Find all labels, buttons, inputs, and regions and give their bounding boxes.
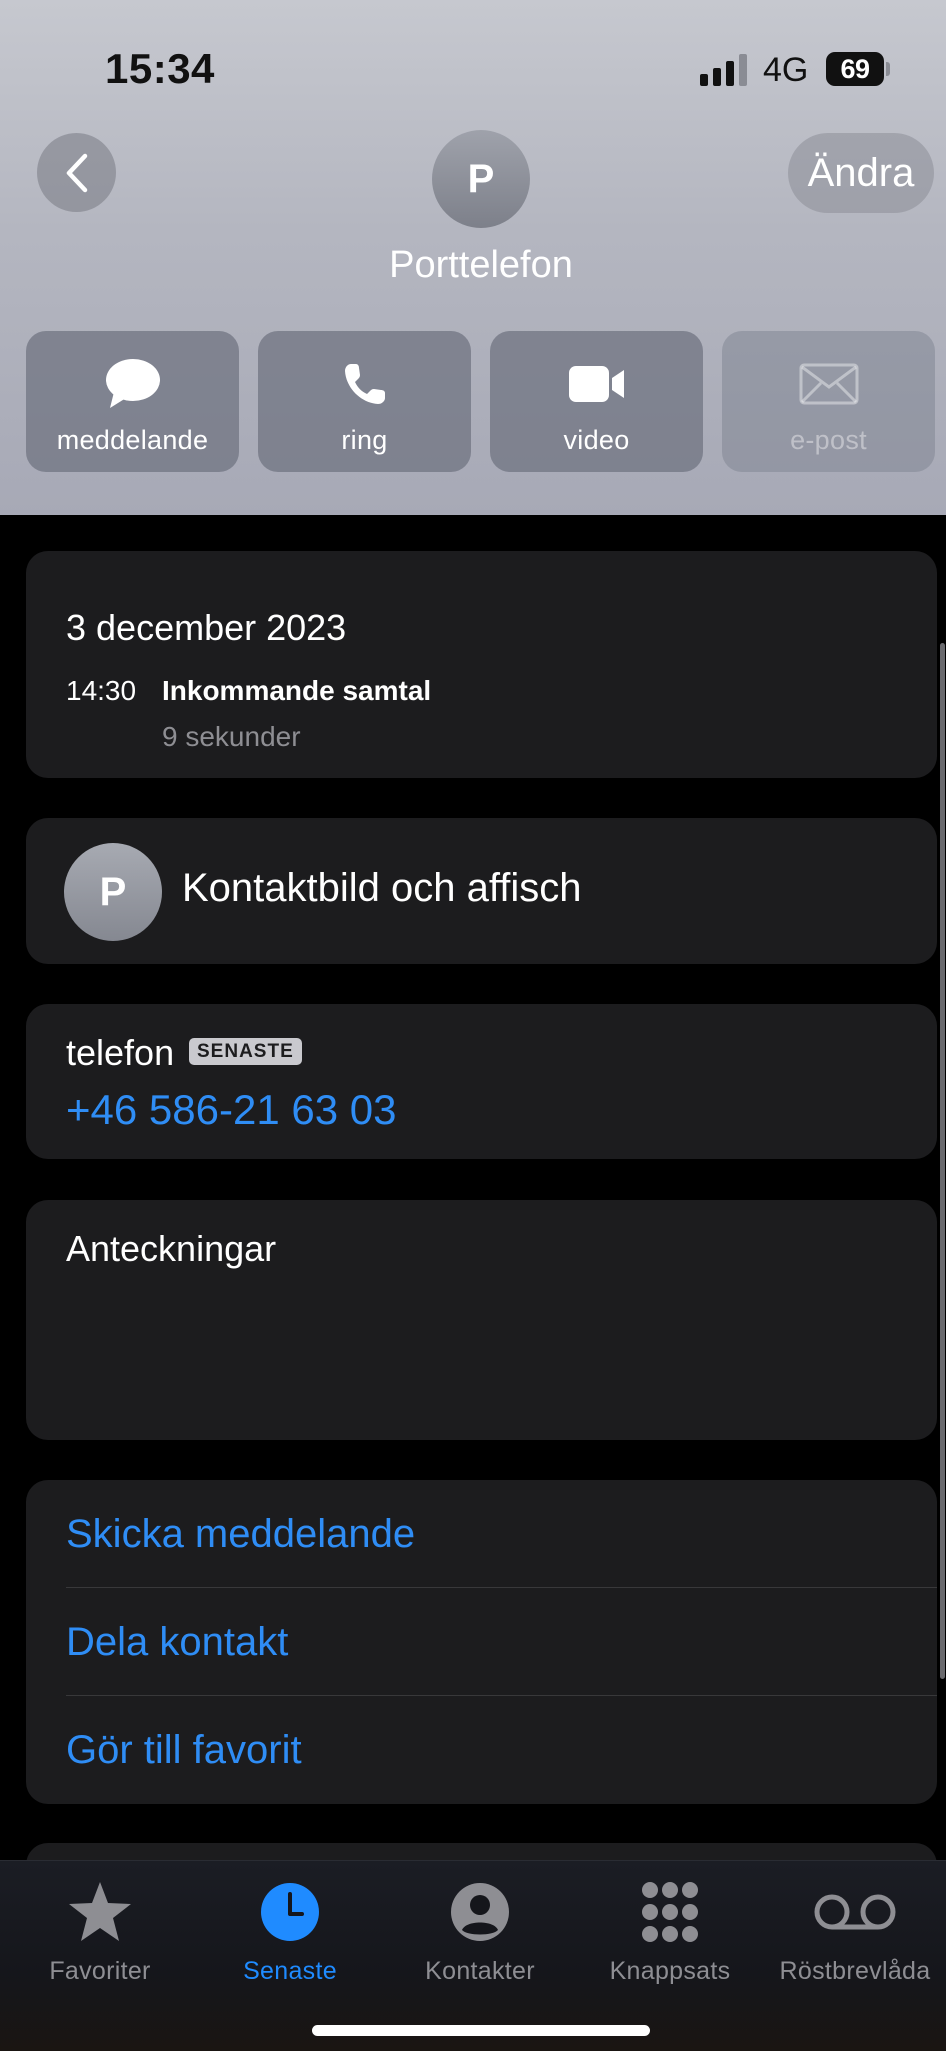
edit-button[interactable]: Ändra: [788, 133, 934, 213]
chevron-left-icon: [66, 153, 87, 192]
contact-actions-list: Skicka meddelande Dela kontakt Gör till …: [26, 1480, 937, 1804]
tab-recents[interactable]: Senaste: [195, 1875, 385, 1995]
call-type: Inkommande samtal: [162, 675, 432, 706]
message-action-button[interactable]: meddelande: [26, 331, 239, 472]
tab-favorites[interactable]: Favoriter: [5, 1875, 195, 1995]
tab-voicemail[interactable]: Röstbrevlåda: [765, 1875, 945, 1995]
video-camera-icon: [568, 366, 624, 402]
envelope-icon: [799, 363, 858, 405]
contact-name: Porttelefon: [389, 244, 573, 286]
clock-icon: [261, 1883, 319, 1941]
call-time: 14:30: [66, 675, 137, 706]
email-action-label: e-post: [790, 425, 867, 455]
contact-photo-label: Kontaktbild och affisch: [182, 866, 582, 910]
send-message-row[interactable]: Skicka meddelande: [66, 1480, 937, 1588]
star-icon: [69, 1882, 131, 1941]
call-date: 3 december 2023: [66, 607, 347, 648]
contact-header: 15:34 4G 69 P Ändra Porttelefon meddelan…: [0, 0, 946, 515]
send-message-link[interactable]: Skicka meddelande: [66, 1512, 415, 1557]
back-button[interactable]: [37, 133, 116, 212]
call-duration: 9 sekunder: [162, 721, 301, 752]
message-action-label: meddelande: [56, 425, 209, 455]
add-favorite-link[interactable]: Gör till favorit: [66, 1728, 302, 1773]
phone-icon: [344, 364, 385, 404]
battery-icon: 69: [826, 52, 884, 86]
email-action-button[interactable]: e-post: [722, 331, 935, 472]
voicemail-icon: [814, 1894, 896, 1930]
status-bar: 15:34 4G 69: [0, 0, 946, 120]
tab-bar: Favoriter Senaste Kontakter Knappsats Rö…: [0, 1860, 946, 2051]
person-circle-icon: [451, 1883, 509, 1941]
cellular-signal-icon: [700, 54, 747, 86]
tab-voicemail-label: Röstbrevlåda: [779, 1957, 931, 1985]
share-contact-link[interactable]: Dela kontakt: [66, 1620, 288, 1665]
recent-call-card: 3 december 2023 14:30 Inkommande samtal …: [26, 551, 937, 778]
tab-keypad-label: Knappsats: [609, 1957, 731, 1985]
notes-field[interactable]: Anteckningar: [26, 1200, 937, 1440]
call-action-label: ring: [341, 425, 388, 455]
quick-actions: meddelande ring video e-post: [26, 331, 935, 472]
scroll-indicator[interactable]: [940, 643, 945, 1679]
contact-photo-avatar: P: [64, 843, 162, 941]
tab-recents-label: Senaste: [243, 1957, 337, 1985]
phone-card: telefon SENASTE +46 586-21 63 03: [26, 1004, 937, 1159]
keypad-icon: [642, 1882, 698, 1942]
battery-level: 69: [840, 53, 870, 84]
message-bubble-icon: [105, 359, 160, 408]
video-action-button[interactable]: video: [490, 331, 703, 472]
home-indicator[interactable]: [312, 2025, 650, 2036]
video-action-label: video: [563, 425, 630, 455]
battery-tip: [886, 62, 890, 76]
phone-number-link[interactable]: +46 586-21 63 03: [66, 1086, 396, 1134]
tab-favorites-label: Favoriter: [49, 1957, 151, 1985]
tab-contacts[interactable]: Kontakter: [385, 1875, 575, 1995]
tab-keypad[interactable]: Knappsats: [575, 1875, 765, 1995]
tab-contacts-label: Kontakter: [425, 1957, 535, 1985]
add-favorite-row[interactable]: Gör till favorit: [66, 1696, 937, 1804]
recent-badge: SENASTE: [189, 1038, 302, 1065]
network-type: 4G: [763, 51, 809, 89]
share-contact-row[interactable]: Dela kontakt: [66, 1588, 937, 1696]
contact-avatar[interactable]: P: [432, 130, 530, 228]
contact-photo-poster-row[interactable]: P Kontaktbild och affisch: [26, 818, 937, 964]
status-time: 15:34: [105, 45, 215, 92]
notes-label: Anteckningar: [66, 1228, 277, 1269]
phone-label: telefon: [66, 1032, 175, 1073]
call-action-button[interactable]: ring: [258, 331, 471, 472]
